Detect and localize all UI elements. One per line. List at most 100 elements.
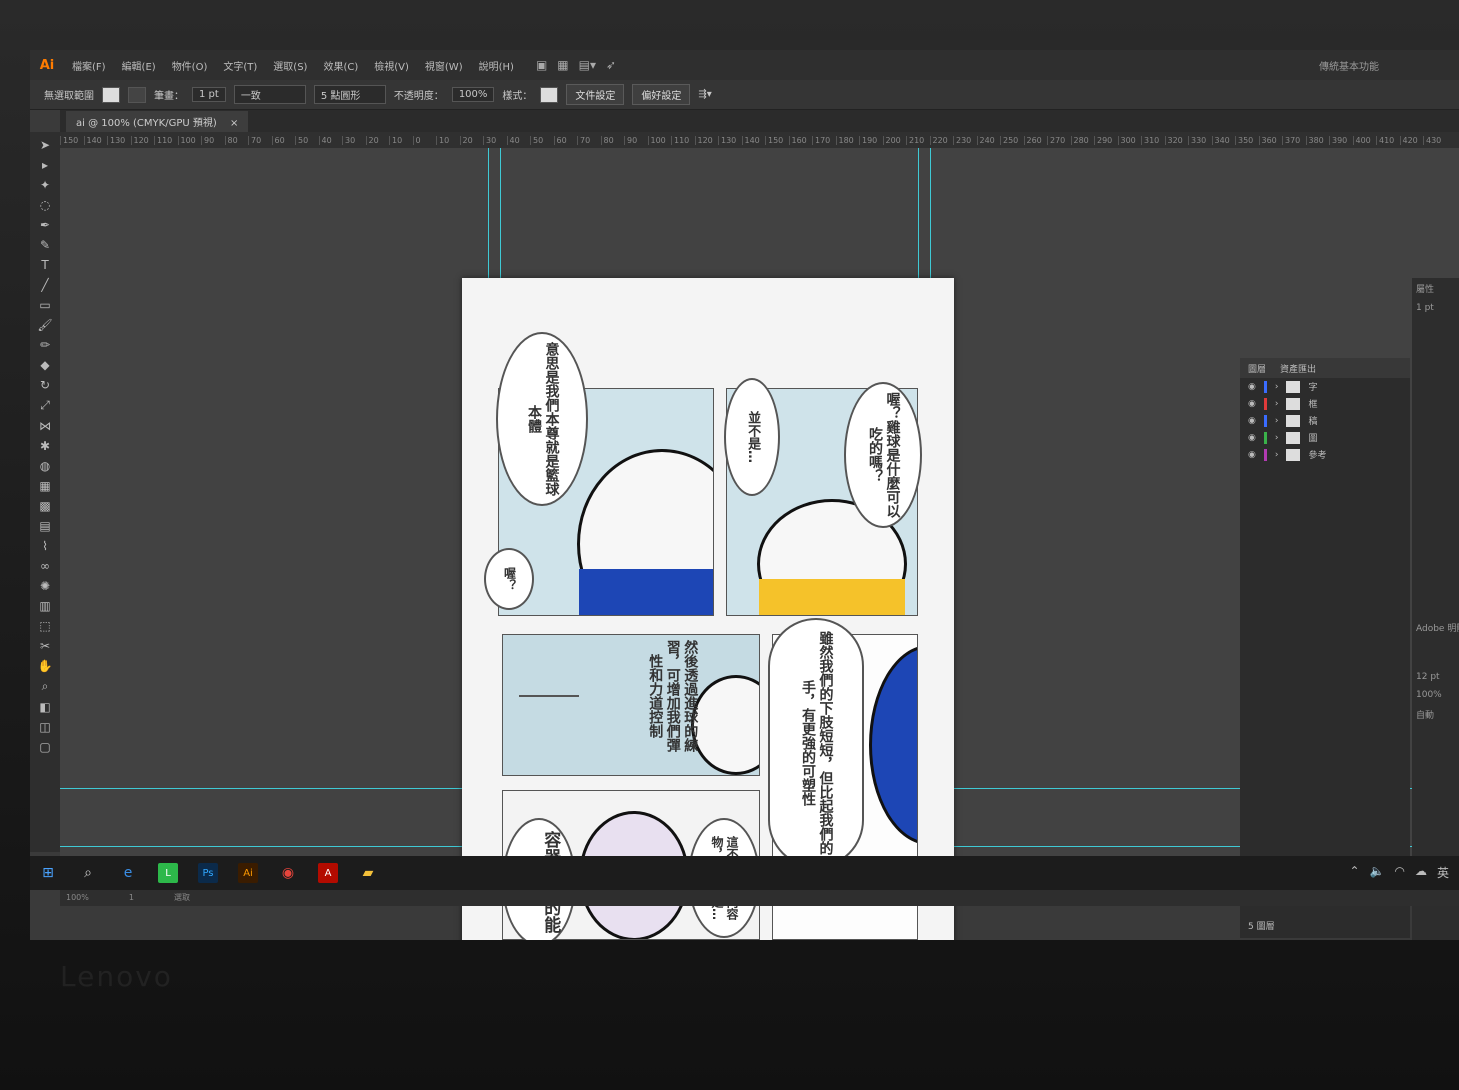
layer-name[interactable]: 參考 [1308,448,1326,461]
illustrator-icon[interactable]: Ai [238,863,258,883]
direct-selection-tool-icon[interactable]: ▸ [42,158,48,172]
workspace-switcher[interactable]: 傳統基本功能 [1319,58,1379,73]
layer-row[interactable]: ◉ › 參考 [1240,446,1410,463]
magic-wand-icon[interactable]: ✦ [40,178,50,192]
chevron-right-icon[interactable]: › [1275,399,1279,409]
hand-tool-icon[interactable]: ✋ [38,659,53,673]
blend-tool-icon[interactable]: ∞ [40,559,50,573]
menu-view[interactable]: 檢視(V) [366,58,417,73]
line-tool-icon[interactable]: ╱ [41,278,48,292]
bridge-icon[interactable]: ▣ [536,58,547,72]
style-swatch[interactable] [540,86,559,103]
draw-mode-icon[interactable]: ◫ [39,720,50,734]
shape-builder-icon[interactable]: ◍ [40,459,50,473]
arrange-icon[interactable]: ▤▾ [579,58,596,72]
eye-icon[interactable]: ◉ [1248,399,1256,409]
fill-swatch[interactable] [102,86,120,103]
perspective-grid-icon[interactable]: ▦ [39,479,50,493]
artboard-tool-icon[interactable]: ⬚ [39,619,50,633]
menu-select[interactable]: 選取(S) [265,58,315,73]
tab-layers[interactable]: 圖層 [1248,362,1266,375]
menu-object[interactable]: 物件(O) [164,58,216,73]
type-tool-icon[interactable]: T [41,258,48,272]
folder-icon[interactable]: ▰ [358,863,378,883]
chevron-up-icon[interactable]: ⌃ [1349,864,1359,881]
layer-name[interactable]: 圖 [1308,431,1317,444]
menu-help[interactable]: 說明(H) [471,58,522,73]
chevron-right-icon[interactable]: › [1275,450,1279,460]
layer-row[interactable]: ◉ › 圖 [1240,429,1410,446]
layer-name[interactable]: 字 [1308,380,1317,393]
ime-indicator[interactable]: 英 [1437,864,1449,881]
layer-row[interactable]: ◉ › 字 [1240,378,1410,395]
stroke-profile-dropdown[interactable]: 一致 [233,85,306,104]
layer-row[interactable]: ◉ › 稿 [1240,412,1410,429]
paintbrush-icon[interactable]: 🖌 [37,318,52,332]
edge-icon[interactable]: e [118,863,138,883]
document-tab[interactable]: ai @ 100% (CMYK/GPU 預視) × [66,110,249,132]
menu-type[interactable]: 文字(T) [215,58,265,73]
horizontal-ruler[interactable]: 150 140 130 120 110 100 90 80 70 60 50 40 30 20 10 0 10 2… [60,132,1459,148]
speech-bubble[interactable]: 喔？雞球是什麼可以吃的嗎？ [844,382,922,528]
zoom-tool-icon[interactable]: ⌕ [42,679,49,694]
speech-bubble[interactable]: 並不是… [724,378,780,496]
selection-tool-icon[interactable]: ➤ [40,138,50,152]
fill-stroke-icon[interactable]: ◧ [39,700,50,714]
eyedropper-icon[interactable]: ⌇ [42,539,48,553]
width-tool-icon[interactable]: ⋈ [39,419,51,433]
zoom-level[interactable]: 100% [66,893,89,902]
curvature-tool-icon[interactable]: ✎ [40,238,50,252]
speech-bubble[interactable]: 雖然我們的下肢短短，但比起我們的手，有更強的可塑性 [768,618,864,868]
stroke-weight-input[interactable]: 1 pt [192,87,226,102]
preferences-button[interactable]: 偏好設定 [632,84,691,105]
chevron-right-icon[interactable]: › [1275,433,1279,443]
pen-tool-icon[interactable]: ✒ [40,218,50,232]
gradient-tool-icon[interactable]: ▤ [39,519,50,533]
mesh-tool-icon[interactable]: ▩ [39,499,50,513]
canvas[interactable]: 意思是我們本尊就是籃球本體 喔？ 並不是… 喔？雞球是什麼可以吃的嗎？ 然後透過… [60,148,1459,940]
pencil-icon[interactable]: ✏ [40,338,50,352]
scale-tool-icon[interactable]: ⤢ [40,398,50,413]
artboard[interactable]: 意思是我們本尊就是籃球本體 喔？ 並不是… 喔？雞球是什麼可以吃的嗎？ 然後透過… [462,278,954,940]
eraser-icon[interactable]: ◆ [40,358,49,372]
slice-tool-icon[interactable]: ✂ [40,639,50,653]
stroke-weight-field[interactable]: 1 pt [1412,299,1459,317]
tab-asset-export[interactable]: 資產匯出 [1280,362,1316,375]
line-icon[interactable]: L [158,863,178,883]
stock-icon[interactable]: ▦ [557,58,568,72]
menu-effect[interactable]: 效果(C) [315,58,366,73]
volume-icon[interactable]: 🔈 [1370,864,1385,881]
align-icon[interactable]: ⇶▾ [698,89,711,100]
cloud-icon[interactable]: ☁ [1415,864,1427,881]
eye-icon[interactable]: ◉ [1248,382,1256,392]
rotate-tool-icon[interactable]: ↻ [40,378,50,392]
acrobat-icon[interactable]: A [318,863,338,883]
wifi-icon[interactable]: ◠ [1395,864,1405,881]
layer-row[interactable]: ◉ › 框 [1240,395,1410,412]
brush-dropdown[interactable]: 5 點圓形 [313,85,386,104]
layer-name[interactable]: 框 [1308,397,1317,410]
menu-file[interactable]: 檔案(F) [64,58,114,73]
tab-properties[interactable]: 屬性 [1412,278,1459,299]
document-setup-button[interactable]: 文件設定 [566,84,625,105]
artboard-number[interactable]: 1 [129,893,134,902]
stroke-swatch[interactable] [128,86,146,103]
close-icon[interactable]: × [230,118,238,129]
leading-field[interactable]: 自動 [1412,704,1459,725]
gpu-icon[interactable]: ➶ [606,58,616,72]
font-size-field[interactable]: 12 pt [1412,668,1459,686]
menu-edit[interactable]: 編輯(E) [114,58,164,73]
lasso-icon[interactable]: ◌ [40,198,50,212]
windows-icon[interactable]: ⊞ [38,863,58,883]
speech-bubble[interactable]: 意思是我們本尊就是籃球本體 [496,332,588,506]
scale-field[interactable]: 100% [1412,686,1459,704]
menu-window[interactable]: 視窗(W) [417,58,471,73]
chevron-right-icon[interactable]: › [1275,382,1279,392]
eye-icon[interactable]: ◉ [1248,433,1256,443]
chrome-icon[interactable]: ◉ [278,863,298,883]
eye-icon[interactable]: ◉ [1248,450,1256,460]
graph-tool-icon[interactable]: ▥ [39,599,50,613]
layer-name[interactable]: 稿 [1308,414,1317,427]
rectangle-tool-icon[interactable]: ▭ [39,298,50,312]
opacity-input[interactable]: 100% [451,87,495,102]
